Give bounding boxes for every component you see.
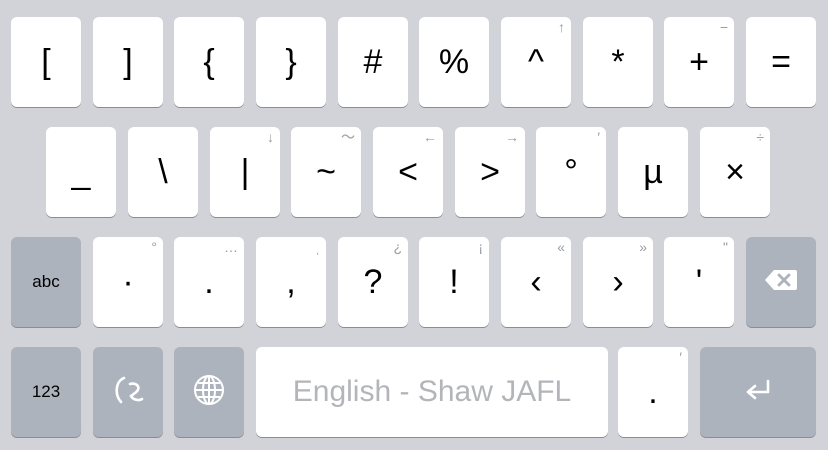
key-question[interactable]: ¿ ? — [338, 237, 408, 327]
key-main-label: > — [480, 153, 500, 191]
key-exclamation[interactable]: ¡ ! — [419, 237, 489, 327]
key-main-label: ‹ — [530, 263, 542, 301]
key-secondary-label: ¡ — [478, 239, 483, 255]
return-icon — [743, 378, 773, 407]
space-key[interactable]: English - Shaw JAFL — [256, 347, 608, 437]
key-secondary-label: ← — [423, 129, 437, 145]
key-asterisk[interactable]: * — [583, 17, 653, 107]
key-main-label: * — [611, 43, 625, 81]
key-secondary-label: ÷ — [756, 129, 764, 145]
key-main-label: µ — [643, 153, 663, 191]
key-pipe[interactable]: ↓ | — [210, 127, 280, 217]
numbers-label: 123 — [31, 382, 61, 401]
key-backslash[interactable]: \ — [128, 127, 198, 217]
key-main-label: ] — [123, 43, 133, 81]
key-main-label: { — [203, 43, 215, 81]
key-main-label: + — [689, 43, 709, 81]
key-apostrophe[interactable]: " ' — [664, 237, 734, 327]
key-hash[interactable]: # — [338, 17, 408, 107]
key-middle-dot[interactable]: ° · — [93, 237, 163, 327]
key-left-angle-quote[interactable]: « ‹ — [501, 237, 571, 327]
key-underscore[interactable]: _ — [46, 127, 116, 217]
key-secondary-label: 〜 — [341, 129, 355, 145]
abc-key[interactable]: abc — [11, 237, 81, 327]
key-main-label: × — [725, 153, 745, 191]
shavian-switch-icon — [111, 374, 145, 411]
key-right-bracket[interactable]: ] — [93, 17, 163, 107]
space-key-label: English - Shaw JAFL — [292, 375, 572, 408]
key-main-label: [ — [41, 43, 51, 81]
key-main-label: % — [438, 43, 470, 81]
key-secondary-label: ′ — [679, 349, 682, 365]
key-main-label: , — [286, 263, 296, 301]
key-main-label: ' — [695, 263, 703, 301]
key-percent[interactable]: % — [419, 17, 489, 107]
return-key[interactable] — [700, 347, 816, 437]
key-secondary-label: ↓ — [267, 129, 274, 145]
key-main-label: ? — [363, 263, 383, 301]
key-period-bottom[interactable]: ′ . — [618, 347, 688, 437]
key-main-label: . — [648, 373, 658, 411]
key-main-label: ! — [449, 263, 459, 301]
key-secondary-label: … — [224, 239, 238, 255]
key-secondary-label: " — [723, 239, 728, 255]
key-tilde[interactable]: 〜 ~ — [291, 127, 361, 217]
key-right-angle-quote[interactable]: » › — [583, 237, 653, 327]
shavian-switch-key[interactable] — [93, 347, 163, 437]
key-main-label: < — [398, 153, 418, 191]
key-equals[interactable]: = — [746, 17, 816, 107]
key-left-brace[interactable]: { — [174, 17, 244, 107]
key-main-label: = — [771, 43, 791, 81]
key-main-label: ^ — [528, 43, 544, 81]
key-main-label: # — [363, 43, 383, 81]
key-secondary-label: − — [719, 19, 728, 35]
key-main-label: } — [285, 43, 297, 81]
key-plus[interactable]: − + — [664, 17, 734, 107]
key-period[interactable]: … . — [174, 237, 244, 327]
key-comma[interactable]: ˌ , — [256, 237, 326, 327]
key-secondary-label: → — [505, 129, 519, 145]
key-secondary-label: ˌ — [315, 239, 320, 255]
key-greater-than[interactable]: → > — [455, 127, 525, 217]
key-multiply[interactable]: ÷ × — [700, 127, 770, 217]
key-degree[interactable]: ′ ° — [536, 127, 606, 217]
globe-icon — [192, 373, 226, 412]
key-main-label: ~ — [316, 153, 336, 191]
key-main-label: _ — [71, 153, 91, 191]
key-less-than[interactable]: ← < — [373, 127, 443, 217]
abc-label: abc — [32, 272, 60, 291]
key-main-label: › — [612, 263, 624, 301]
key-left-bracket[interactable]: [ — [11, 17, 81, 107]
key-micro[interactable]: µ — [618, 127, 688, 217]
key-secondary-label: » — [639, 239, 647, 255]
globe-key[interactable] — [174, 347, 244, 437]
key-right-brace[interactable]: } — [256, 17, 326, 107]
numbers-key[interactable]: 123 — [11, 347, 81, 437]
key-secondary-label: « — [557, 239, 565, 255]
delete-icon — [764, 268, 798, 297]
key-main-label: ° — [564, 153, 578, 191]
key-main-label: . — [204, 263, 214, 301]
key-secondary-label: ↑ — [558, 19, 565, 35]
key-secondary-label: ′ — [597, 129, 600, 145]
key-main-label: · — [122, 263, 134, 301]
key-caret[interactable]: ↑ ^ — [501, 17, 571, 107]
key-main-label: | — [240, 153, 250, 191]
key-main-label: \ — [158, 153, 168, 191]
key-secondary-label: ¿ — [393, 239, 402, 255]
key-secondary-label: ° — [151, 239, 157, 255]
delete-key[interactable] — [746, 237, 816, 327]
